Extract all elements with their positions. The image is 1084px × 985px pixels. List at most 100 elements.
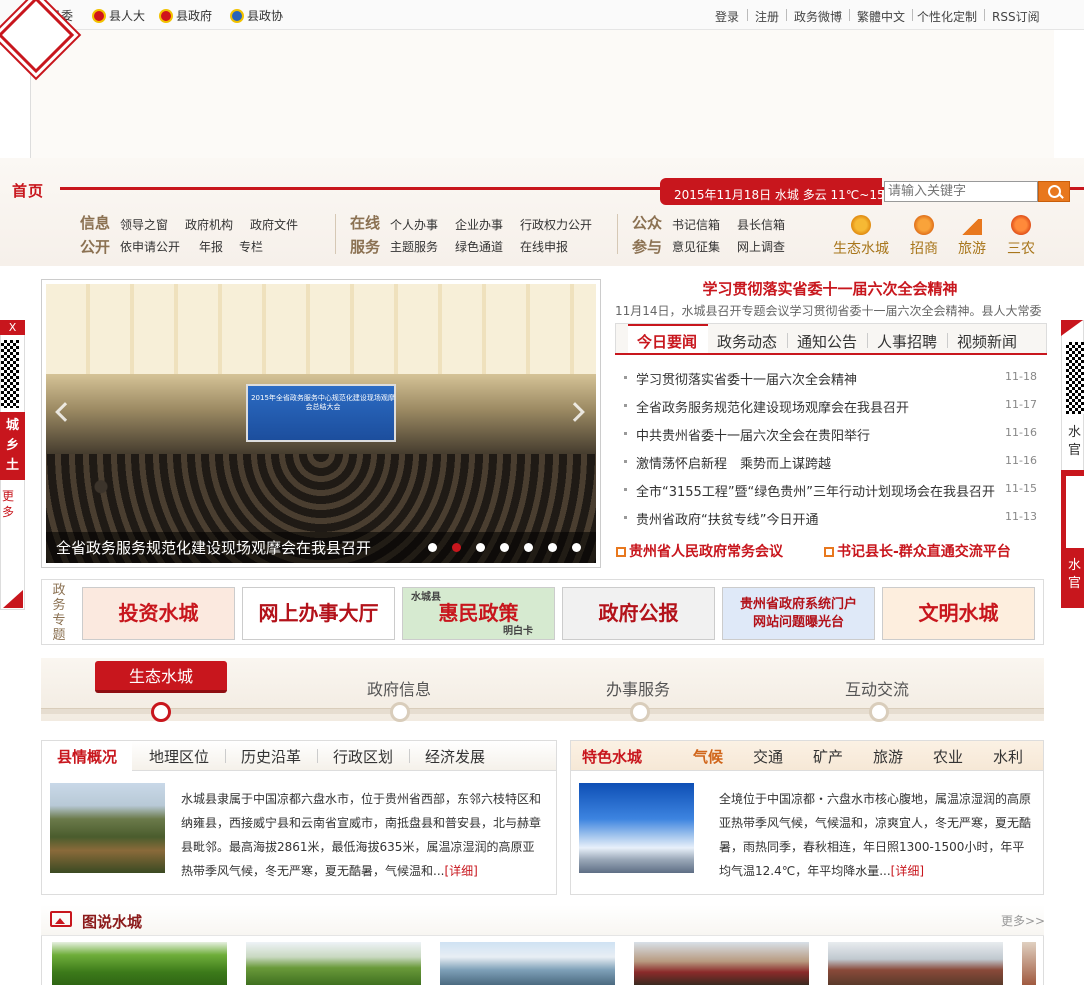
login-link[interactable]: 登录	[715, 8, 739, 25]
gallery-photo[interactable]	[52, 942, 227, 985]
nav-link[interactable]: 领导之窗	[120, 216, 168, 233]
tab-recruitment[interactable]: 人事招聘	[877, 331, 937, 352]
nav-link[interactable]: 行政权力公开	[520, 216, 592, 233]
link-label: 县人大	[109, 9, 146, 23]
nav-link[interactable]: 政府文件	[250, 216, 298, 233]
news-item[interactable]: 全市“3155工程”暨“绿色贵州”三年行动计划现场会在我县召开	[623, 481, 995, 500]
gallery-photo[interactable]	[828, 942, 1003, 985]
nav-link[interactable]: 书记信箱	[672, 216, 720, 233]
slide-dot[interactable]	[500, 543, 509, 552]
gallery-photo[interactable]	[440, 942, 615, 985]
search-button[interactable]	[1038, 181, 1070, 202]
tab-geography[interactable]: 地理区位	[149, 746, 209, 767]
right-float-text[interactable]: 水官	[1068, 424, 1082, 460]
nav-link[interactable]: 企业办事	[455, 216, 503, 233]
news-item[interactable]: 激情荡怀启新程 乘势而上谋跨越	[623, 453, 831, 472]
tab-video-news[interactable]: 视频新闻	[957, 331, 1017, 352]
register-link[interactable]: 注册	[755, 8, 779, 25]
tab-today-news[interactable]: 今日要闻	[637, 331, 697, 352]
timeline-interaction[interactable]: 互动交流	[845, 676, 909, 700]
nav-link[interactable]: 依申请公开	[120, 238, 180, 255]
promo-link-state-council[interactable]: 贵州省人民政府常务会议	[616, 541, 783, 561]
topic-button[interactable]: 惠民政策 水城县 明白卡	[402, 587, 555, 640]
gallery-header	[41, 905, 1044, 936]
nav-link[interactable]: 绿色通道	[455, 238, 503, 255]
topic-button[interactable]: 网上办事大厅	[242, 587, 395, 640]
topic-label: 文明水城	[918, 601, 999, 625]
nav-link[interactable]: 在线申报	[520, 238, 568, 255]
feature-more-link[interactable]: [详细]	[891, 864, 924, 878]
slide-dot[interactable]	[476, 543, 485, 552]
news-item[interactable]: 贵州省政府“扶贫专线”今日开通	[623, 509, 818, 528]
slide-dot[interactable]	[452, 543, 461, 552]
gallery-photo[interactable]	[246, 942, 421, 985]
tab-divisions[interactable]: 行政区划	[333, 746, 393, 767]
gallery-more-link[interactable]: 更多>>	[1001, 912, 1045, 929]
timeline-node[interactable]	[630, 702, 650, 722]
tab-gov-dynamics[interactable]: 政务动态	[717, 331, 777, 352]
investment-icon	[914, 215, 934, 235]
timeline-node[interactable]	[390, 702, 410, 722]
promo-link-direct-channel[interactable]: 书记县长-群众直通交流平台	[824, 541, 1011, 561]
nav-link[interactable]: 网上调查	[737, 238, 785, 255]
timeline-ecology[interactable]: 生态水城	[95, 661, 227, 693]
nav-link[interactable]: 主题服务	[390, 238, 438, 255]
link-county-government[interactable]: 县政府	[159, 7, 212, 24]
quick-link-tourism[interactable]: 旅游	[958, 238, 986, 258]
news-item[interactable]: 学习贯彻落实省委十一届六次全会精神	[623, 369, 857, 388]
close-button[interactable]: X	[0, 320, 25, 335]
traditional-chinese-link[interactable]: 繁體中文	[857, 8, 905, 25]
timeline-services[interactable]: 办事服务	[606, 676, 670, 700]
news-item[interactable]: 中共贵州省委十一届六次全会在贵阳举行	[623, 425, 870, 444]
nav-link[interactable]: 政府机构	[185, 216, 233, 233]
nav-link[interactable]: 意见征集	[672, 238, 720, 255]
tab-climate[interactable]: 气候	[693, 746, 723, 767]
topic-button[interactable]: 文明水城	[882, 587, 1035, 640]
tab-minerals[interactable]: 矿产	[813, 746, 843, 767]
slide-dot[interactable]	[572, 543, 581, 552]
timeline-node[interactable]	[869, 702, 889, 722]
tab-notices[interactable]: 通知公告	[797, 331, 857, 352]
tab-economy[interactable]: 经济发展	[425, 746, 485, 767]
gallery-photo[interactable]	[1022, 942, 1036, 985]
group-title: 信息	[80, 214, 111, 232]
timeline-node[interactable]	[151, 702, 171, 722]
link-county-congress[interactable]: 县人大	[92, 7, 145, 24]
tab-history[interactable]: 历史沿革	[241, 746, 301, 767]
customize-link[interactable]: 个性化定制	[917, 8, 977, 25]
nav-link[interactable]: 年报	[199, 238, 223, 255]
topic-button[interactable]: 贵州省政府系统门户网站问题曝光台	[722, 587, 875, 640]
rss-link[interactable]: RSS订阅	[992, 8, 1040, 25]
tab-agriculture[interactable]: 农业	[933, 746, 963, 767]
timeline-gov-info[interactable]: 政府信息	[367, 676, 431, 700]
home-link[interactable]: 首页	[12, 180, 44, 201]
search-input[interactable]	[884, 181, 1038, 202]
tab-tourism[interactable]: 旅游	[873, 746, 903, 767]
slide-dot[interactable]	[428, 543, 437, 552]
quick-link-investment[interactable]: 招商	[910, 238, 938, 258]
link-county-cppcc[interactable]: 县政协	[230, 7, 283, 24]
slide-dot[interactable]	[524, 543, 533, 552]
divider	[409, 749, 410, 763]
topic-button[interactable]: 政府公报	[562, 587, 715, 640]
left-float-text[interactable]: 城乡土	[0, 412, 25, 480]
slide-image[interactable]: 2015年全省政务服务中心规范化建设现场观摩会总结大会	[46, 284, 596, 563]
quick-link-agriculture[interactable]: 三农	[1007, 238, 1035, 258]
headline-link[interactable]: 学习贯彻落实省委十一届六次全会精神	[615, 278, 1045, 299]
county-more-link[interactable]: [详细]	[444, 864, 477, 878]
topic-button[interactable]: 投资水城	[82, 587, 235, 640]
news-item[interactable]: 全省政务服务规范化建设现场观摩会在我县召开	[623, 397, 909, 416]
tab-water[interactable]: 水利	[993, 746, 1023, 767]
quick-link-ecology[interactable]: 生态水城	[833, 238, 889, 258]
tab-transport[interactable]: 交通	[753, 746, 783, 767]
weibo-link[interactable]: 政务微博	[794, 8, 842, 25]
slide-dot[interactable]	[548, 543, 557, 552]
gallery-photo[interactable]	[634, 942, 809, 985]
tab-county-overview[interactable]: 县情概况	[57, 746, 117, 767]
nav-link[interactable]: 个人办事	[390, 216, 438, 233]
gallery-title: 图说水城	[82, 913, 143, 931]
nav-link[interactable]: 县长信箱	[737, 216, 785, 233]
slide-caption[interactable]: 全省政务服务规范化建设现场观摩会在我县召开	[56, 537, 371, 558]
left-float-more[interactable]: 更多	[2, 488, 16, 520]
nav-link[interactable]: 专栏	[239, 238, 263, 255]
